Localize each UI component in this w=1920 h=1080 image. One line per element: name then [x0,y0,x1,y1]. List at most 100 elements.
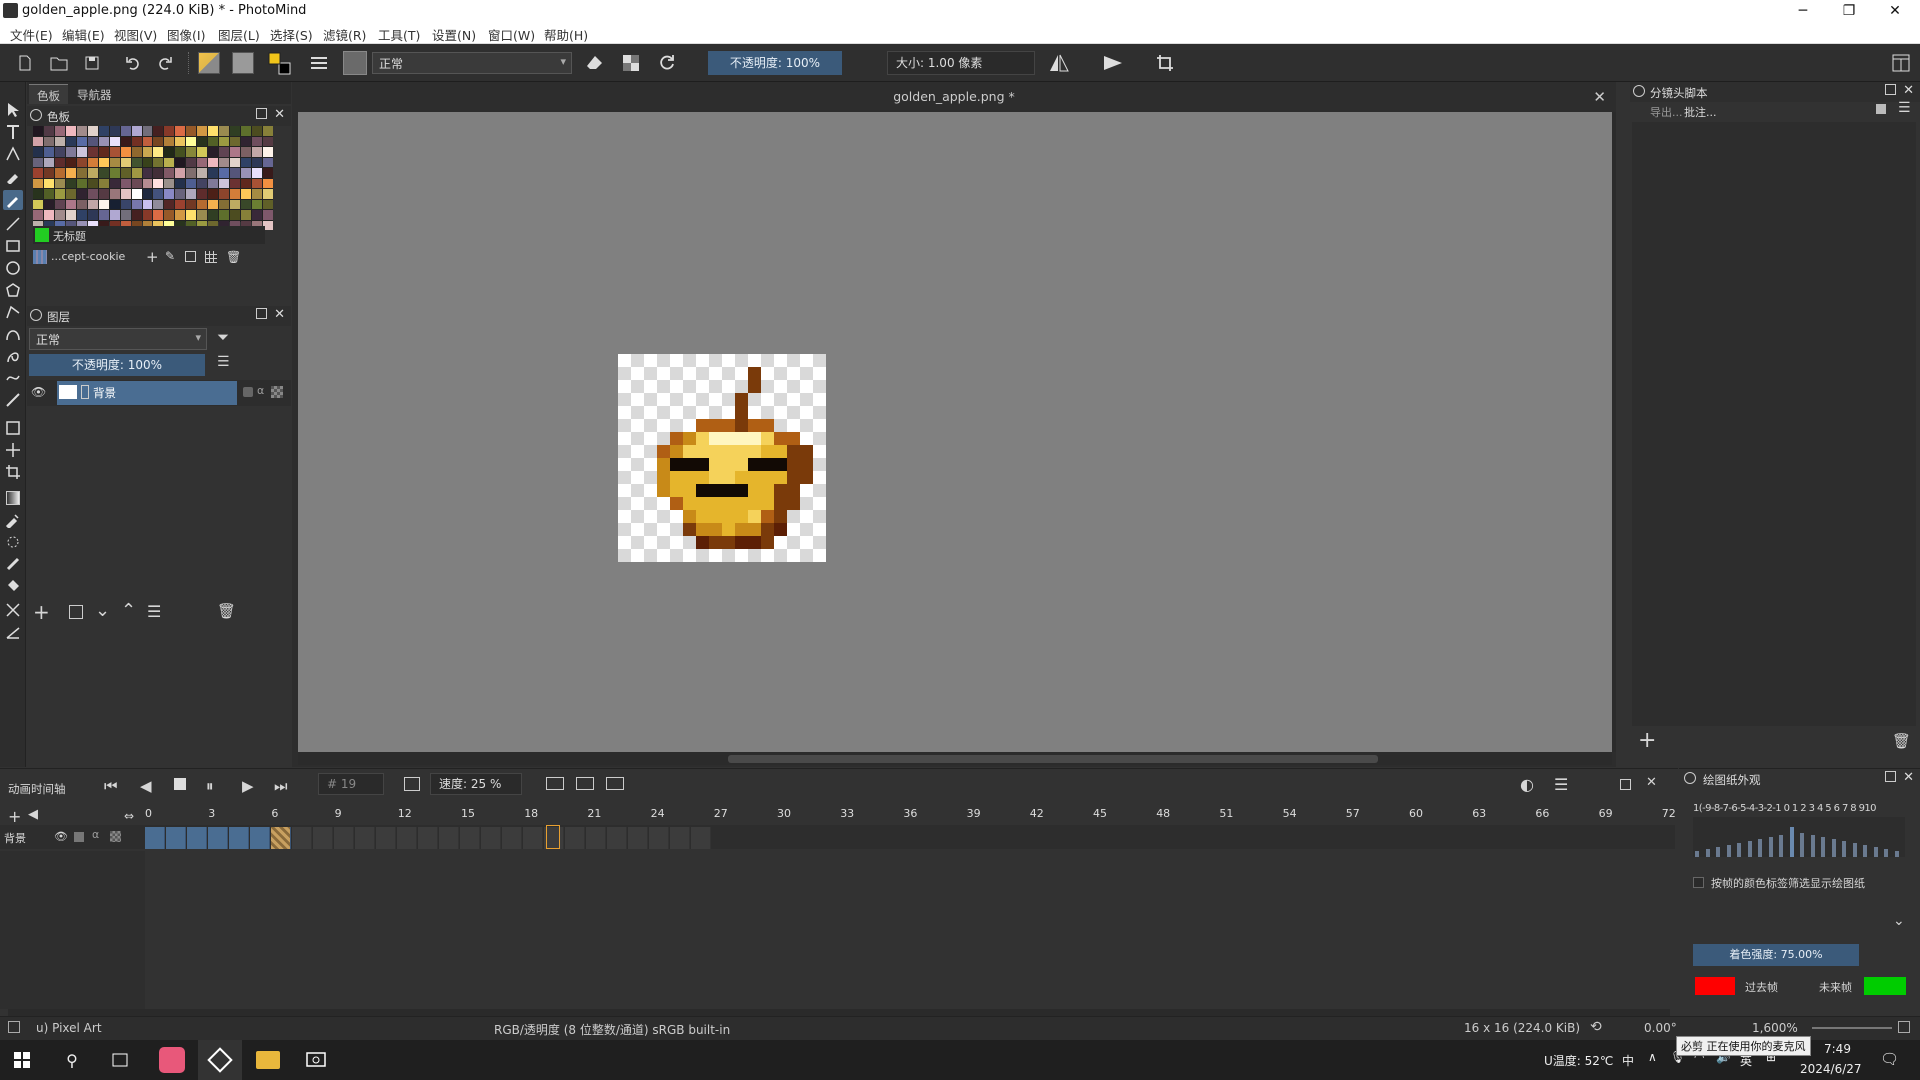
palette-swatch[interactable] [109,178,120,188]
start-icon[interactable] [0,1040,44,1080]
palette-swatch[interactable] [241,136,252,146]
palette-swatch[interactable] [164,136,175,146]
move-layer-up-icon[interactable]: ⌃ [121,600,136,621]
opacity-slider[interactable]: 不透明度: 100% [708,51,842,75]
palette-swatch[interactable] [241,210,252,220]
palette-swatch[interactable] [109,168,120,178]
menu-file[interactable]: 文件(E) [10,25,53,44]
palette-swatch[interactable] [76,168,87,178]
palette-swatch[interactable] [230,168,241,178]
palette-swatch[interactable] [219,199,230,209]
next-frame-icon[interactable]: ▶ [242,777,254,795]
menu-window[interactable]: 窗口(W) [488,25,535,44]
menu-edit[interactable]: 编辑(E) [62,25,105,44]
pattern-swatch-icon[interactable] [230,50,256,76]
redo-icon[interactable] [152,50,178,76]
palette-swatch[interactable] [65,157,76,167]
freehand-brush-tool-icon[interactable] [3,190,23,210]
onion-bar[interactable] [1705,849,1710,857]
delete-storyboard-icon[interactable]: 🗑 [1892,732,1911,750]
color-space[interactable]: RGB/透明度 (8 位整数/通道) sRGB built-in [494,1021,730,1038]
onion-bar[interactable] [1863,845,1867,857]
palette-swatch[interactable] [263,199,273,209]
polyline-tool-icon[interactable] [3,302,23,322]
palette-swatch[interactable] [142,157,153,167]
onion-bar[interactable] [1737,843,1741,857]
onion-bar[interactable] [1831,839,1836,857]
brush-preset-status-icon[interactable] [8,1021,20,1033]
palette-swatch[interactable] [131,178,142,188]
speed-field[interactable]: 速度: 25 % [430,773,522,795]
edit-swatch-icon[interactable]: ✎ [165,249,175,263]
palette-swatch[interactable] [175,178,186,188]
palette-swatch[interactable] [219,189,230,199]
palette-swatch[interactable] [186,210,197,220]
palette-swatch[interactable] [230,178,241,188]
timeline-frame[interactable] [145,827,165,849]
palette-swatch[interactable] [197,136,208,146]
last-frame-icon[interactable]: ⏭ [274,777,288,795]
palette-swatch[interactable] [164,199,175,209]
onion-bar[interactable] [1894,851,1899,857]
expand-icon[interactable]: ⌄ [1893,913,1905,929]
palette-swatch[interactable] [65,189,76,199]
palette-swatch[interactable] [186,178,197,188]
open-folder-icon[interactable] [46,50,72,76]
palette-swatch[interactable] [197,147,208,157]
brush-presets-icon[interactable] [306,50,332,76]
palette-swatch[interactable] [241,199,252,209]
add-layer-icon[interactable]: + [33,600,50,624]
timeline-frame[interactable] [439,827,459,849]
track-alpha-icon[interactable]: α [92,828,99,841]
save-palette-icon[interactable] [185,251,196,262]
zoom-value[interactable]: 1,600% [1752,1021,1798,1035]
palette-swatch[interactable] [208,136,219,146]
loop-icon[interactable] [404,777,420,791]
close-document-icon[interactable]: ✕ [1593,82,1606,112]
palette-swatch[interactable] [175,136,186,146]
ime-chinese[interactable]: 中 [1622,1052,1634,1069]
palette-swatch[interactable] [153,136,164,146]
timeline-frame[interactable] [397,827,417,849]
timeline-frame[interactable] [691,827,711,849]
size-slider[interactable]: 大小: 1.00 像素 [887,51,1035,75]
export-button[interactable]: 导出... [1650,104,1683,120]
maximize-button[interactable]: ❐ [1826,0,1872,22]
app-bijian-icon[interactable] [150,1040,194,1080]
palette-swatch[interactable] [153,147,164,157]
palette-swatch[interactable] [175,199,186,209]
layer-filter-icon[interactable]: ⏷ [217,328,229,346]
line-tool-icon[interactable] [3,214,23,234]
palette-swatch[interactable] [120,210,131,220]
palette-swatch[interactable] [219,157,230,167]
palette-swatch[interactable] [43,157,54,167]
golden-apple-image[interactable] [618,354,826,562]
onion-opacity-bars[interactable] [1693,817,1905,857]
palette-swatch[interactable] [65,199,76,209]
palette-swatch[interactable] [197,157,208,167]
palette-swatch[interactable] [197,210,208,220]
onion-bar[interactable] [1726,845,1731,857]
palette-swatch[interactable] [230,147,241,157]
palette-swatch[interactable] [33,178,43,188]
palette-swatch[interactable] [153,126,164,136]
stop-icon[interactable] [174,778,186,790]
onion-bar[interactable] [1747,841,1752,857]
float-storyboard-icon[interactable] [1885,84,1896,95]
palette-swatch[interactable] [54,157,65,167]
bezier-tool-icon[interactable] [3,324,23,344]
palette-swatch[interactable] [65,126,76,136]
timeline-frame[interactable] [460,827,480,849]
palette-swatch[interactable] [153,189,164,199]
float-timeline-icon[interactable] [1620,779,1631,790]
onion-skin-toggle-icon[interactable] [606,777,624,790]
rectangle-tool-icon[interactable] [3,236,23,256]
new-file-icon[interactable] [12,50,38,76]
preserve-alpha-icon[interactable] [618,50,644,76]
palette-swatch[interactable] [76,189,87,199]
palette-swatch[interactable] [142,136,153,146]
palette-swatch[interactable] [175,189,186,199]
timeline-menu-icon[interactable]: ☰ [1554,775,1568,794]
palette-swatch[interactable] [175,168,186,178]
onion-lock-icon[interactable] [1684,772,1696,784]
